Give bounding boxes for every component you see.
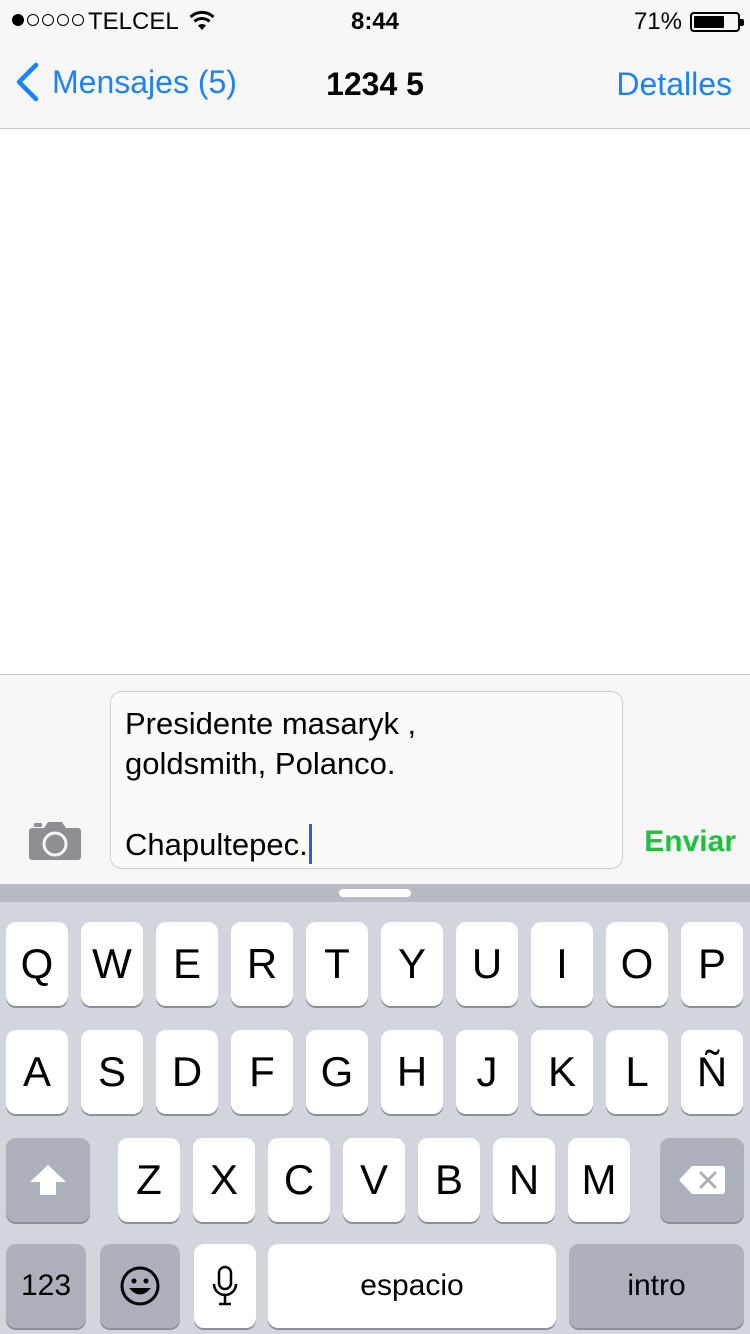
key-n-tilde[interactable]: Ñ bbox=[681, 1030, 743, 1114]
text-caret bbox=[308, 824, 312, 864]
camera-icon[interactable] bbox=[28, 819, 82, 861]
navigation-bar: Mensajes (5) 1234 5 Detalles bbox=[0, 40, 750, 129]
key-z[interactable]: Z bbox=[118, 1138, 180, 1222]
send-button[interactable]: Enviar bbox=[644, 825, 736, 859]
key-m[interactable]: M bbox=[568, 1138, 630, 1222]
message-text-field[interactable]: Presidente masaryk , goldsmith, Polanco.… bbox=[110, 691, 623, 869]
numbers-key[interactable]: 123 bbox=[6, 1244, 86, 1328]
emoji-icon bbox=[120, 1266, 160, 1306]
details-button[interactable]: Detalles bbox=[616, 66, 732, 103]
key-a[interactable]: A bbox=[6, 1030, 68, 1114]
emoji-key[interactable] bbox=[100, 1244, 180, 1328]
space-key[interactable]: espacio bbox=[268, 1244, 556, 1328]
backspace-icon bbox=[679, 1166, 725, 1194]
key-o[interactable]: O bbox=[606, 922, 668, 1006]
keyboard-grabber[interactable] bbox=[0, 884, 750, 902]
key-p[interactable]: P bbox=[681, 922, 743, 1006]
key-r[interactable]: R bbox=[231, 922, 293, 1006]
status-bar: TELCEL 8:44 71% bbox=[0, 0, 750, 40]
message-line-2: goldsmith, Polanco. bbox=[125, 746, 396, 781]
message-input-bar: Presidente masaryk , goldsmith, Polanco.… bbox=[0, 674, 750, 884]
return-key[interactable]: intro bbox=[569, 1244, 744, 1328]
key-j[interactable]: J bbox=[456, 1030, 518, 1114]
conversation-area bbox=[0, 129, 750, 674]
key-v[interactable]: V bbox=[343, 1138, 405, 1222]
key-w[interactable]: W bbox=[81, 922, 143, 1006]
key-t[interactable]: T bbox=[306, 922, 368, 1006]
key-u[interactable]: U bbox=[456, 922, 518, 1006]
key-n[interactable]: N bbox=[493, 1138, 555, 1222]
key-e[interactable]: E bbox=[156, 922, 218, 1006]
key-b[interactable]: B bbox=[418, 1138, 480, 1222]
key-i[interactable]: I bbox=[531, 922, 593, 1006]
key-f[interactable]: F bbox=[231, 1030, 293, 1114]
shift-key[interactable] bbox=[6, 1138, 90, 1222]
battery-percent: 71% bbox=[633, 8, 682, 35]
key-q[interactable]: Q bbox=[6, 922, 68, 1006]
battery-icon bbox=[690, 12, 744, 32]
message-line-3 bbox=[125, 784, 608, 824]
key-h[interactable]: H bbox=[381, 1030, 443, 1114]
key-l[interactable]: L bbox=[606, 1030, 668, 1114]
microphone-icon bbox=[212, 1265, 238, 1306]
backspace-key[interactable] bbox=[660, 1138, 744, 1222]
message-line-1: Presidente masaryk , bbox=[125, 706, 417, 741]
message-line-4-text: Chapultepec. bbox=[125, 827, 308, 862]
key-k[interactable]: K bbox=[531, 1030, 593, 1114]
key-g[interactable]: G bbox=[306, 1030, 368, 1114]
key-x[interactable]: X bbox=[193, 1138, 255, 1222]
key-s[interactable]: S bbox=[81, 1030, 143, 1114]
key-d[interactable]: D bbox=[156, 1030, 218, 1114]
keyboard: Q W E R T Y U I O P A S D F G H J K L Ñ … bbox=[0, 884, 750, 1334]
key-c[interactable]: C bbox=[268, 1138, 330, 1222]
microphone-key[interactable] bbox=[194, 1244, 256, 1328]
message-line-4: Chapultepec. bbox=[125, 824, 608, 865]
key-y[interactable]: Y bbox=[381, 922, 443, 1006]
shift-icon bbox=[30, 1165, 66, 1195]
